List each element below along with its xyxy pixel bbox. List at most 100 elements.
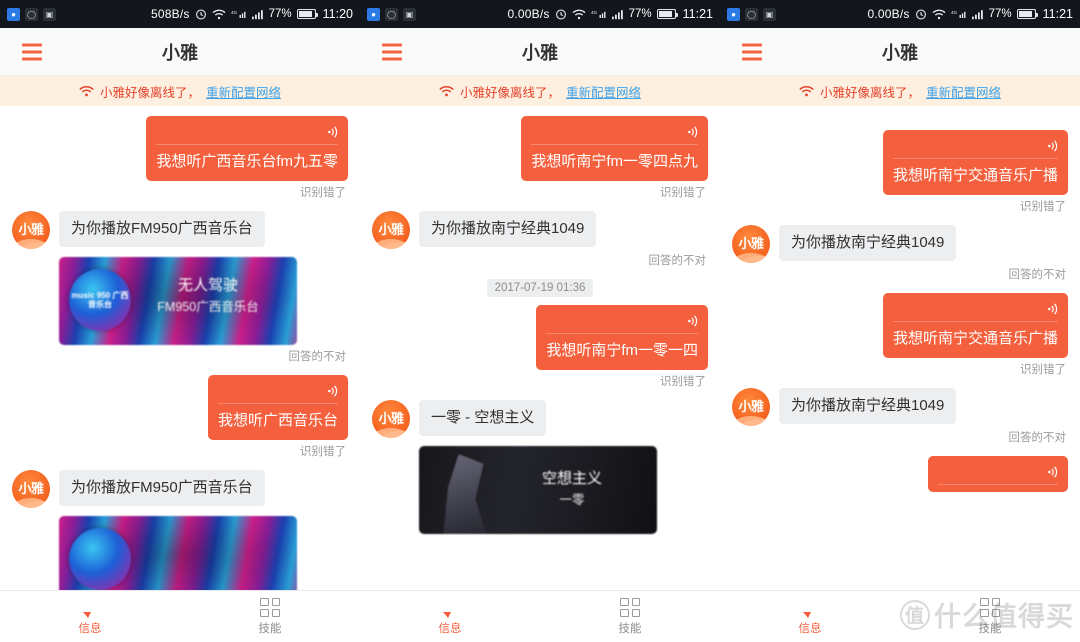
page-title: 小雅	[162, 42, 198, 63]
battery-icon	[656, 9, 678, 19]
grid-icon	[620, 597, 640, 617]
wifi-offline-icon	[799, 85, 814, 98]
feedback-label[interactable]: 识别错了	[732, 361, 1066, 377]
radio-logo-icon: music 950 广西音乐台	[69, 269, 131, 331]
signal-icon	[251, 9, 264, 20]
radio-media-card[interactable]: music 950 广西音乐台 无人驾驶 FM950广西音乐台	[59, 257, 297, 345]
shield-icon: ●	[367, 7, 380, 21]
tab-messages[interactable]: 信息	[360, 591, 540, 642]
user-voice-bubble[interactable]: 我想听广西音乐台	[207, 375, 348, 440]
chat-list-2[interactable]: 我想听南宁fm一零四点九 识别错了 小雅 为你播放南宁经典1049 回答的不对 …	[360, 106, 720, 590]
alarm-icon	[195, 8, 207, 20]
radio-media-card-partial[interactable]	[59, 516, 297, 590]
message-row-user: 我想听南宁fm一零四点九	[372, 116, 708, 181]
status-bar: ● ◯ ▣ 0.00B/s 4G 77% 11:21	[360, 0, 720, 28]
message-row-user: 我想听南宁交通音乐广播	[732, 293, 1068, 358]
message-row-user: 我想听南宁fm一零一四	[372, 305, 708, 370]
avatar: 小雅	[12, 211, 50, 249]
user-message-text: 我想听南宁fm一零一四	[546, 342, 698, 359]
user-voice-bubble[interactable]: 我想听南宁fm一零四点九	[521, 116, 708, 181]
offline-banner: 小雅好像离线了， 重新配置网络	[720, 76, 1080, 106]
message-row-user-partial	[732, 456, 1068, 492]
status-left-icons: ● ◯ ▣	[7, 7, 56, 21]
battery-percent: 77%	[628, 8, 652, 20]
radio-logo-icon	[69, 528, 131, 590]
avatar-wave-front	[12, 498, 50, 508]
message-row-user: 我想听广西音乐台fm九五零	[12, 116, 348, 181]
feedback-label[interactable]: 识别错了	[12, 184, 346, 200]
user-voice-bubble[interactable]: 我想听南宁交通音乐广播	[882, 293, 1068, 358]
avatar-label: 小雅	[738, 236, 764, 251]
reconfigure-network-link[interactable]: 重新配置网络	[206, 82, 281, 101]
bottom-tabbar: 信息 技能	[360, 590, 720, 642]
avatar-label: 小雅	[378, 411, 404, 426]
avatar: 小雅	[732, 388, 770, 426]
avatar-label: 小雅	[18, 481, 44, 496]
tab-messages[interactable]: 信息	[0, 591, 180, 642]
chat-list-3[interactable]: 我想听南宁交通音乐广播 识别错了 小雅 为你播放南宁经典1049 回答的不对 我…	[720, 106, 1080, 590]
tab-label: 技能	[978, 622, 1002, 635]
alarm-icon	[555, 8, 567, 20]
user-voice-bubble[interactable]	[928, 456, 1068, 492]
hamburger-icon[interactable]	[742, 43, 762, 60]
message-row-bot: 小雅 为你播放FM950广西音乐台	[12, 211, 348, 249]
message-row-bot: 小雅 为你播放南宁经典1049	[372, 211, 708, 249]
bot-message-text: 为你播放FM950广西音乐台	[59, 470, 265, 506]
avatar: 小雅	[372, 400, 410, 438]
user-voice-bubble[interactable]: 我想听广西音乐台fm九五零	[146, 116, 348, 181]
card-subtitle: 一零	[559, 493, 585, 507]
4g-data-icon: 4G	[591, 9, 607, 20]
phone-screen-2: ● ◯ ▣ 0.00B/s 4G 77% 11:21 小雅 小雅好像离线了， 重…	[360, 0, 720, 642]
tab-skills[interactable]: 技能	[900, 591, 1080, 642]
tab-messages[interactable]: 信息	[720, 591, 900, 642]
card-texts: 无人驾驶 FM950广西音乐台	[133, 275, 283, 317]
tab-skills[interactable]: 技能	[180, 591, 360, 642]
avatar-wave-front	[372, 239, 410, 249]
feedback-label[interactable]: 回答的不对	[732, 266, 1067, 282]
reconfigure-network-link[interactable]: 重新配置网络	[566, 82, 641, 101]
user-voice-bubble[interactable]: 我想听南宁fm一零一四	[536, 305, 708, 370]
album-art	[443, 454, 487, 534]
clock-icon: ◯	[745, 7, 758, 21]
status-right: 0.00B/s 4G 77% 11:21	[508, 7, 713, 21]
card-texts: 空想主义 一零	[497, 468, 647, 510]
wifi-icon	[212, 9, 226, 20]
user-message-text: 我想听广西音乐台fm九五零	[156, 153, 338, 170]
bot-message-text: 为你播放FM950广西音乐台	[59, 211, 265, 247]
music-media-card[interactable]: 空想主义 一零	[419, 446, 657, 534]
message-row-bot: 小雅 为你播放FM950广西音乐台	[12, 470, 348, 508]
feedback-label[interactable]: 回答的不对	[12, 348, 347, 364]
avatar: 小雅	[372, 211, 410, 249]
tab-skills[interactable]: 技能	[540, 591, 720, 642]
chat-icon	[799, 598, 821, 618]
network-speed: 0.00B/s	[507, 7, 550, 21]
feedback-label[interactable]: 回答的不对	[732, 429, 1067, 445]
feedback-label[interactable]: 识别错了	[12, 443, 346, 459]
reconfigure-network-link[interactable]: 重新配置网络	[926, 82, 1001, 101]
feedback-label[interactable]: 识别错了	[372, 373, 706, 389]
avatar-wave-front	[732, 416, 770, 426]
feedback-label[interactable]: 回答的不对	[372, 252, 707, 268]
card-icon: ▣	[403, 7, 416, 21]
bubble-divider	[546, 333, 698, 334]
user-voice-bubble[interactable]: 我想听南宁交通音乐广播	[882, 130, 1068, 195]
voice-wave-icon	[893, 299, 1058, 319]
feedback-label[interactable]: 识别错了	[732, 198, 1066, 214]
voice-wave-icon	[156, 122, 338, 142]
offline-banner-text: 小雅好像离线了，	[819, 85, 920, 100]
phone-screen-1: ● ◯ ▣ 508B/s 4G 77% 11:20 小雅 小雅好像离线了， 重新…	[0, 0, 360, 642]
shield-icon: ●	[7, 7, 20, 21]
tab-label: 技能	[618, 622, 642, 635]
tab-label: 信息	[438, 622, 462, 635]
chat-icon	[79, 598, 101, 618]
message-row-bot: 小雅 为你播放南宁经典1049	[732, 225, 1068, 263]
battery-icon	[1016, 9, 1038, 19]
timestamp: 2017-07-19 01:36	[486, 279, 594, 297]
user-message-text: 我想听南宁fm一零四点九	[531, 153, 698, 170]
svg-text:4G: 4G	[951, 10, 958, 15]
feedback-label[interactable]: 识别错了	[372, 184, 706, 200]
app-header: 小雅	[0, 28, 360, 76]
hamburger-icon[interactable]	[382, 43, 402, 60]
chat-list-1[interactable]: 我想听广西音乐台fm九五零 识别错了 小雅 为你播放FM950广西音乐台 mus…	[0, 106, 360, 590]
hamburger-icon[interactable]	[22, 43, 42, 60]
